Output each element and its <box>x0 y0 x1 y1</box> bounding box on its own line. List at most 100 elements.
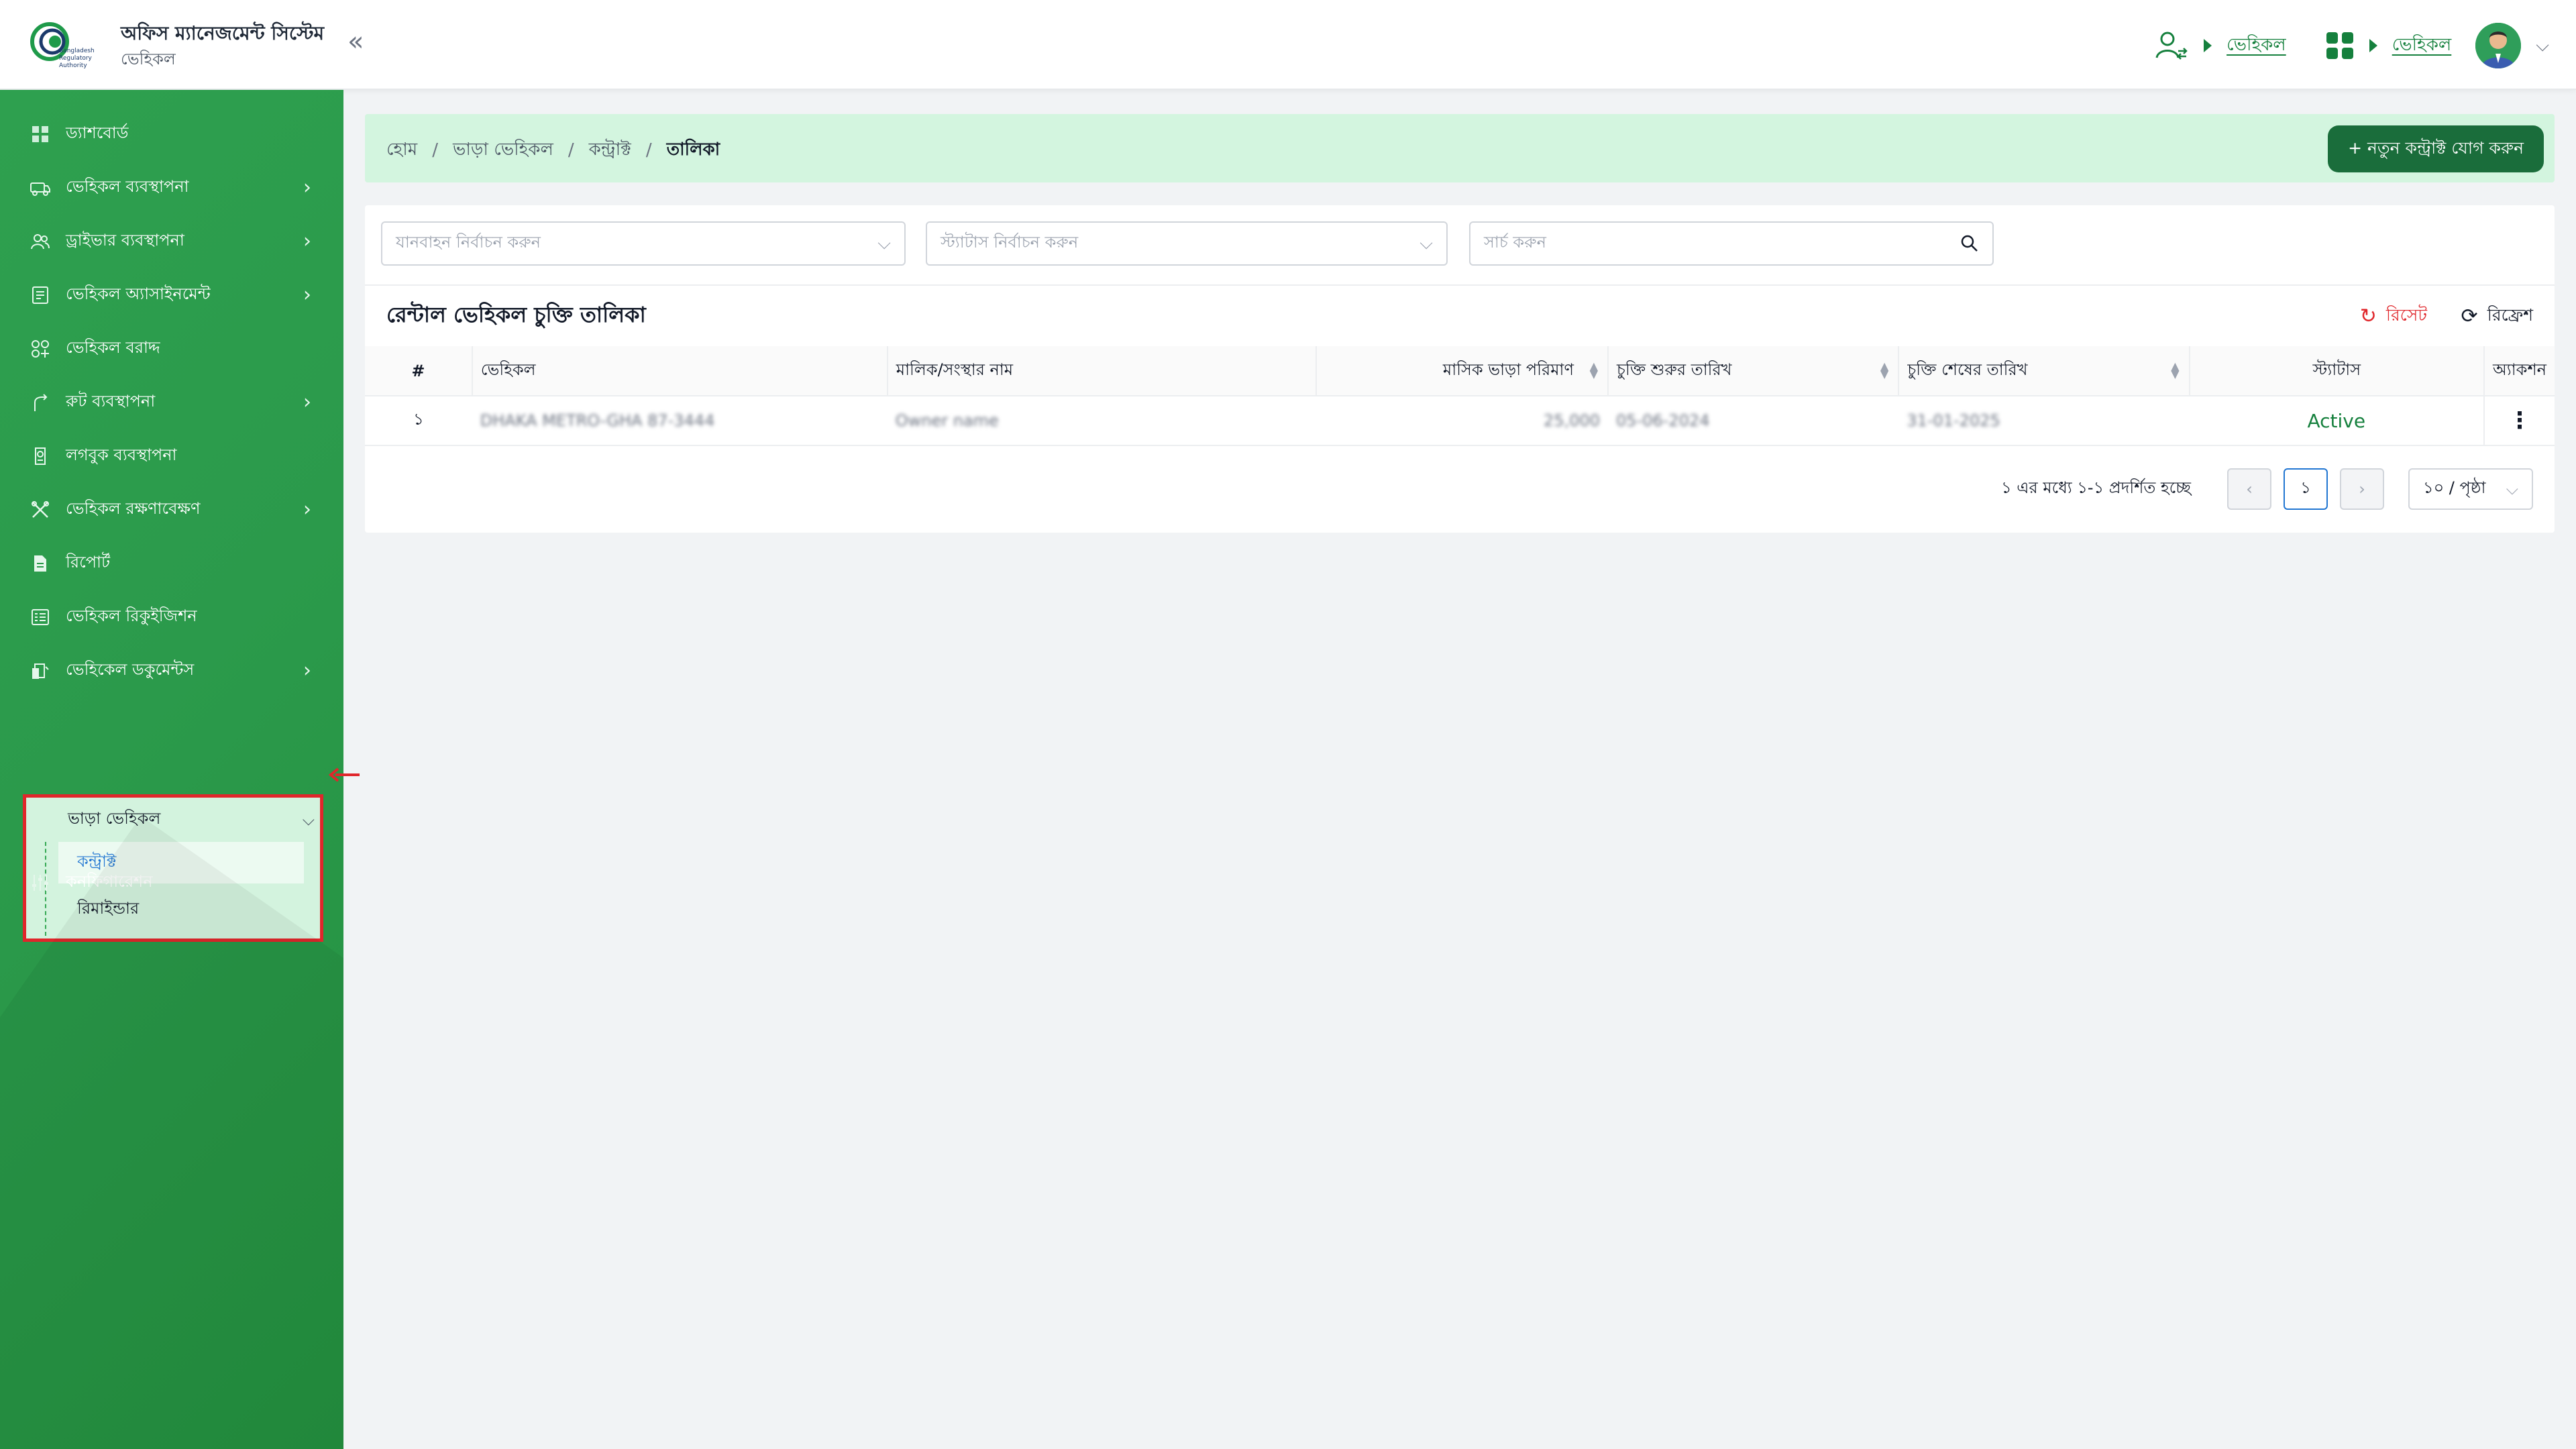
sidebar-item-label: ভেহিকল রিকুইজিশন <box>66 606 197 625</box>
route-icon <box>30 392 51 413</box>
sidebar-item-logbook-management[interactable]: লগবুক ব্যবস্থাপনা <box>30 436 318 476</box>
col-monthly-rent[interactable]: মাসিক ভাড়া পরিমাণ ▲ ▼ <box>1316 346 1609 396</box>
col-start-date[interactable]: চুক্তি শুরুর তারিখ ▲ ▼ <box>1608 346 1900 396</box>
cell-monthly-rent: 25,000 <box>1316 396 1609 446</box>
sidebar-item-label: কনফিগারেশন <box>66 872 153 891</box>
contract-list-card: যানবাহন নির্বাচন করুন ⌵ স্ট্যাটাস নির্বা… <box>365 205 2555 533</box>
chevron-right-icon: › <box>303 659 311 682</box>
sidebar-item-vehicle-requisition[interactable]: ভেহিকল রিকুইজিশন <box>30 597 318 637</box>
page-number-button[interactable]: ১ <box>2284 468 2328 510</box>
reset-icon: ↻ <box>2359 305 2377 328</box>
header-link-vehicle[interactable]: ভেহিকল <box>2226 31 2286 60</box>
col-end-date-label: চুক্তি শেষের তারিখ <box>1907 360 2028 379</box>
pagination-summary: ১ এর মধ্যে ১-১ প্রদর্শিত হচ্ছে <box>2001 478 2191 497</box>
collapse-sidebar-button[interactable]: « <box>347 28 374 56</box>
search-input[interactable]: সার্চ করুন <box>1469 221 1994 266</box>
breadcrumb-bar: হোম / ভাড়া ভেহিকল / কন্ট্রাক্ট / তালিকা… <box>365 114 2555 182</box>
col-owner: মালিক/সংস্থার নাম <box>887 346 1317 396</box>
sort-icon[interactable]: ▲ ▼ <box>2171 361 2179 380</box>
car-icon <box>30 177 51 199</box>
status-select[interactable]: স্ট্যাটাস নির্বাচন করুন ⌵ <box>926 221 1448 266</box>
col-end-date[interactable]: চুক্তি শেষের তারিখ ▲ ▼ <box>1898 346 2190 396</box>
col-status: স্ট্যাটাস <box>2189 346 2485 396</box>
col-vehicle: ভেহিকল <box>472 346 888 396</box>
sliders-icon <box>30 872 51 894</box>
breadcrumb-separator: / <box>432 140 438 160</box>
reset-button[interactable]: ↻ রিসেট <box>2360 302 2427 331</box>
chevron-right-icon: › <box>303 229 311 253</box>
search-placeholder: সার্চ করুন <box>1484 233 1546 252</box>
top-header: Bangladesh Regulatory Authority অফিস ম্য… <box>0 0 2576 90</box>
sidebar-item-report[interactable]: রিপোর্ট <box>30 543 318 584</box>
breadcrumb-rental-vehicle[interactable]: ভাড়া ভেহিকল <box>453 136 553 165</box>
sidebar-item-vehicle-management[interactable]: ভেহিকল ব্যবস্থাপনা › <box>30 168 318 208</box>
grid-plus-icon <box>30 338 51 360</box>
sidebar-item-label: রিপোর্ট <box>66 553 111 572</box>
svg-text:Bangladesh: Bangladesh <box>59 48 95 54</box>
sidebar-item-vehicle-maintenance[interactable]: ভেহিকল রক্ষণাবেক্ষণ › <box>30 490 318 530</box>
cell-end-date: 31-01-2025 <box>1898 396 2190 446</box>
requisition-icon <box>30 606 51 628</box>
annotation-arrow-icon <box>329 767 360 782</box>
add-contract-button[interactable]: + নতুন কন্ট্রাক্ট যোগ করুন <box>2328 125 2544 172</box>
col-monthly-rent-label: মাসিক ভাড়া পরিমাণ <box>1442 360 1574 379</box>
logbook-icon <box>30 445 51 467</box>
prev-page-button[interactable]: ‹ <box>2227 468 2271 510</box>
tools-icon <box>30 499 51 521</box>
breadcrumb-current: তালিকা <box>666 140 720 160</box>
sidebar-item-vehicle-documents[interactable]: ভেহিকেল ডকুমেন্টস › <box>30 651 318 691</box>
svg-text:Regulatory: Regulatory <box>59 55 93 62</box>
sidebar-item-route-management[interactable]: রুট ব্যবস্থাপনা › <box>30 382 318 423</box>
contracts-table: # ভেহিকল মালিক/সংস্থার নাম মাসিক ভাড়া প… <box>365 346 2555 446</box>
user-switch-icon[interactable] <box>2154 28 2189 63</box>
sidebar-item-configuration[interactable]: কনফিগারেশন <box>30 863 318 903</box>
sidebar-item-vehicle-allocation[interactable]: ভেহিকল বরাদ্দ <box>30 329 318 369</box>
sidebar-item-vehicle-assignment[interactable]: ভেহিকল অ্যাসাইনমেন্ট › <box>30 275 318 315</box>
clipboard-icon <box>30 284 51 306</box>
users-icon <box>30 231 51 252</box>
divider <box>365 284 2555 286</box>
refresh-icon: ⟳ <box>2461 305 2478 328</box>
sidebar: ড্যাশবোর্ড ভেহিকল ব্যবস্থাপনা › ড্রাইভার… <box>0 90 343 1449</box>
sidebar-item-label: লগবুক ব্যবস্থাপনা <box>66 445 177 464</box>
sort-icon[interactable]: ▲ ▼ <box>1880 361 1888 380</box>
vehicle-select[interactable]: যানবাহন নির্বাচন করুন ⌵ <box>381 221 906 266</box>
refresh-button[interactable]: ⟳ রিফ্রেশ <box>2461 302 2533 331</box>
breadcrumb-separator: / <box>645 140 652 160</box>
sort-icon[interactable]: ▲ ▼ <box>1590 361 1598 380</box>
sidebar-item-rental-vehicle[interactable]: ভাড়া ভেহিকল ⌵ <box>33 803 315 837</box>
sidebar-item-label: ভাড়া ভেহিকল <box>68 809 161 828</box>
table-title: রেন্টাল ভেহিকল চুক্তি তালিকা <box>386 302 646 327</box>
caret-right-icon <box>2204 39 2212 52</box>
table-row: ১ DHAKA METRO-GHA 87-3444 Owner name 25,… <box>365 396 2555 446</box>
breadcrumb-home[interactable]: হোম <box>386 136 417 165</box>
col-start-date-label: চুক্তি শুরুর তারিখ <box>1617 360 1732 379</box>
next-page-button[interactable]: › <box>2340 468 2384 510</box>
apps-grid-icon[interactable] <box>2325 31 2355 60</box>
sidebar-item-label: ড্রাইভার ব্যবস্থাপনা <box>66 231 184 250</box>
header-link-module[interactable]: ভেহিকল <box>2392 31 2452 60</box>
cell-start-date: 05-06-2024 <box>1608 396 1899 446</box>
sidebar-item-dashboard[interactable]: ড্যাশবোর্ড <box>30 114 318 154</box>
sidebar-item-label: ভেহিকল অ্যাসাইনমেন্ট <box>66 284 211 303</box>
header-actions: ভেহিকল ভেহিকল ⌵ <box>2154 20 2549 71</box>
sidebar-item-driver-management[interactable]: ড্রাইভার ব্যবস্থাপনা › <box>30 221 318 262</box>
chevron-down-icon: ⌵ <box>1419 233 1433 254</box>
chevron-right-icon: › <box>303 390 311 414</box>
col-action: অ্যাকশন <box>2483 346 2555 396</box>
col-number: # <box>365 346 473 396</box>
breadcrumb-contract[interactable]: কন্ট্রাক্ট <box>589 136 631 165</box>
sidebar-item-label: রুট ব্যবস্থাপনা <box>66 392 156 411</box>
chevron-down-icon[interactable]: ⌵ <box>2536 36 2549 56</box>
page-size-select[interactable]: ১০ / পৃষ্ঠা ⌵ <box>2408 468 2533 510</box>
page-size-value: ১০ / পৃষ্ঠা <box>2423 478 2486 497</box>
row-actions-icon[interactable]: ⋮ <box>2483 396 2555 446</box>
chevron-down-icon: ⌵ <box>2506 480 2518 498</box>
chevron-right-icon: › <box>303 283 311 307</box>
avatar[interactable] <box>2475 23 2522 68</box>
reset-label: রিসেট <box>2385 305 2427 325</box>
search-icon[interactable] <box>1960 234 1979 253</box>
documents-icon <box>30 660 51 682</box>
caret-right-icon <box>2369 39 2377 52</box>
svg-text:Authority: Authority <box>59 62 87 69</box>
